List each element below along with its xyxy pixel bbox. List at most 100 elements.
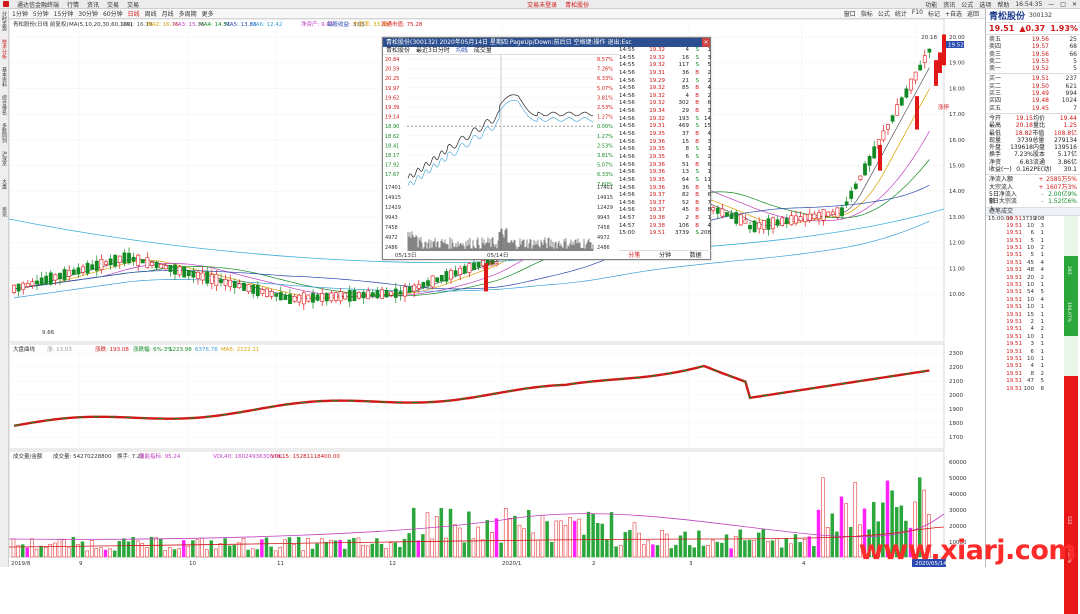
leftbar-item-ranking[interactable]: 综合排名 (1, 95, 8, 121)
popup-tab-stock[interactable]: 青松股份 (386, 47, 410, 54)
popup-tick-row: 14:5619.3429B3 (619, 108, 711, 116)
menu-trade[interactable]: 交易 (107, 0, 119, 9)
volume-bar (63, 540, 66, 557)
period-week[interactable]: 周线 (145, 9, 157, 18)
kline-ytick: 20.00 (949, 35, 965, 41)
menu-news[interactable]: 资讯 (87, 0, 99, 9)
close-icon[interactable]: ✕ (1072, 1, 1077, 8)
toolbar-stats[interactable]: 统计 (895, 9, 907, 18)
ask-level[interactable]: 卖二19.535 (986, 58, 1080, 65)
toolbar-window[interactable]: 窗口 (844, 9, 856, 18)
period-day[interactable]: 日线 (128, 9, 140, 18)
minimize-icon[interactable]: — (1048, 1, 1054, 8)
menu-quotes[interactable]: 行情 (67, 0, 79, 9)
index-v6: MA5: 2122.11 (221, 347, 259, 353)
leftbar-item-intraday[interactable]: 分时走势 (1, 11, 8, 37)
toolbar-back[interactable]: 返回 (967, 9, 979, 18)
volume-bar (26, 548, 29, 557)
candle-body (63, 269, 66, 280)
period-5min[interactable]: 5分钟 (33, 9, 49, 18)
leftbar-item-technical[interactable]: 技术分析 (1, 39, 8, 65)
ask-level[interactable]: 卖五19.5625 (986, 36, 1080, 43)
menu-trade-2[interactable]: 交易 (127, 0, 139, 9)
login-status[interactable]: 交易未登录 (527, 0, 557, 9)
menu-formula[interactable]: 公式 (961, 0, 973, 9)
popup-tab-volume[interactable]: 成交量 (474, 47, 492, 54)
period-more[interactable]: 更多 (202, 9, 214, 18)
popup-tab-ticks[interactable]: 分笔 (619, 251, 650, 260)
bid-level[interactable]: 买四19.481024 (986, 97, 1080, 104)
candle-body (440, 275, 443, 281)
bid-level[interactable]: 买二19.50621 (986, 83, 1080, 90)
volume-bar (283, 540, 286, 557)
bid-level[interactable]: 买五19.457 (986, 105, 1080, 112)
tick-cell: 48 (1022, 267, 1034, 274)
leftbar-item-market[interactable]: 沪深京 (1, 151, 8, 177)
candle-body-limit-up (878, 145, 882, 171)
popup-tick-cell: 16 (665, 55, 689, 63)
popup-close-icon[interactable]: × (702, 38, 710, 47)
leftbar-item-index[interactable]: 大盘 (1, 179, 8, 205)
popup-tab-3day[interactable]: 最近3日分时 (416, 47, 450, 54)
candle-body (100, 259, 103, 269)
volume-bar (812, 546, 815, 557)
tick-cell (988, 341, 1004, 348)
book-volume: 66 (1049, 51, 1077, 58)
kline-ytick: 16.00 (949, 138, 965, 144)
period-60min[interactable]: 60分钟 (103, 9, 123, 18)
toolbar-indicator[interactable]: 指标 (861, 9, 873, 18)
popup-ytick-left: 20.25 (385, 76, 399, 82)
tick-cell: 19.51 (1004, 289, 1022, 296)
popup-tick-row: 14:5519.32117S5 (619, 62, 711, 70)
menu-options[interactable]: 选项 (979, 0, 991, 9)
popup-tab-minute[interactable]: 分钟 (650, 251, 681, 260)
popup-ytick-right: 3.81% (597, 153, 613, 159)
candle-body (357, 292, 360, 298)
volume-bar (785, 539, 788, 557)
volume-bar (711, 540, 714, 557)
period-month[interactable]: 月线 (162, 9, 174, 18)
menu-info[interactable]: 资讯 (943, 0, 955, 9)
book-volume: 237 (1049, 75, 1077, 82)
candle-body (380, 290, 383, 299)
period-15min[interactable]: 15分钟 (54, 9, 74, 18)
date-tick: 4 (802, 561, 806, 567)
menu-help[interactable]: 帮助 (997, 0, 1009, 9)
ask-level[interactable]: 卖四19.5768 (986, 43, 1080, 50)
intraday-popup[interactable]: 青松股份(300132) 2020年05月14日 星期四 PageUp/Down… (382, 37, 711, 260)
popup-title: 青松股份(300132) 2020年05月14日 星期四 PageUp/Down… (386, 38, 632, 47)
volume-bar (720, 543, 723, 557)
toolbar-formula[interactable]: 公式 (878, 9, 890, 18)
popup-tick-cell: B (689, 139, 699, 147)
ask-level[interactable]: 卖一19.525 (986, 65, 1080, 72)
leftbar-item-profile[interactable]: 基本资料 (1, 67, 8, 93)
volume-ytick: 30000 (949, 508, 967, 514)
low-price-label: 9.66 (42, 330, 55, 336)
period-multi[interactable]: 多周期 (179, 9, 197, 18)
volume-bar (357, 538, 360, 557)
popup-tab-ma[interactable]: 均线 (456, 47, 468, 54)
toolbar-add-favorite[interactable]: +自选 (945, 9, 962, 18)
period-30min[interactable]: 30分钟 (78, 9, 98, 18)
volume-bar (642, 545, 645, 557)
popup-vol-tick: 14915 (385, 195, 401, 201)
maximize-icon[interactable]: □ (1060, 1, 1066, 8)
period-1min[interactable]: 1分钟 (12, 9, 28, 18)
ask-level[interactable]: 卖三19.5666 (986, 51, 1080, 58)
stat-value: 19.15 (1011, 115, 1033, 122)
leftbar-item-multi[interactable]: 多股同列 (1, 123, 8, 149)
popup-tick-cell: 7 (699, 200, 711, 208)
popup-titlebar[interactable]: 青松股份(300132) 2020年05月14日 星期四 PageUp/Down… (383, 38, 710, 47)
bid-level[interactable]: 买一19.51237 (986, 75, 1080, 82)
leftbar-item-news[interactable]: 资讯 (1, 207, 8, 233)
popup-tab-data[interactable]: 数据 (680, 251, 711, 260)
volume-bar (582, 535, 585, 557)
volume-bar (58, 539, 61, 557)
toolbar-mark[interactable]: 标记 (928, 9, 940, 18)
tick-cell (988, 245, 1004, 252)
candle-body (95, 261, 98, 270)
index-ytick: 1900 (949, 407, 963, 413)
toolbar-f10[interactable]: F10 (912, 9, 923, 18)
tick-cell: 2 (1022, 319, 1034, 326)
menu-function[interactable]: 功能 (925, 0, 937, 9)
